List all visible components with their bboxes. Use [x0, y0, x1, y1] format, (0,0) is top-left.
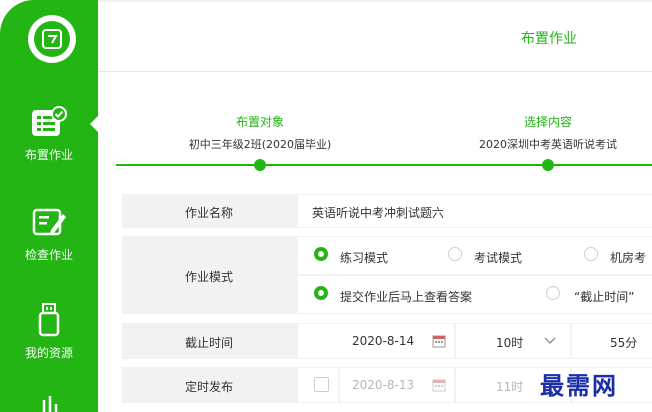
step-target[interactable]: 布置对象 初中三年级2班(2020届毕业): [162, 113, 358, 152]
deadline-hour-select[interactable]: 10时: [456, 324, 570, 358]
mode-exam-radio[interactable]: [448, 247, 462, 261]
app-logo[interactable]: [28, 15, 76, 63]
step-subtitle: 初中三年级2班(2020届毕业): [188, 138, 332, 151]
sidebar-item-label: 检查作业: [24, 248, 73, 262]
mode-lab-radio[interactable]: [584, 247, 598, 261]
schedule-date-value: 2020-8-13: [352, 378, 415, 392]
step-content[interactable]: 选择内容 2020深圳中考英语听说考试: [450, 113, 646, 152]
sidebar-item-label: 我的资源: [24, 346, 73, 360]
deadline-label: 截止时间: [184, 336, 233, 350]
homework-mode-label: 作业模式: [184, 270, 233, 284]
sidebar-item-label: 布置作业: [24, 148, 73, 162]
calendar-icon[interactable]: [432, 378, 446, 392]
schedule-label: 定时发布: [184, 380, 233, 394]
homework-name-value: 英语听说中考冲刺试题六: [312, 206, 445, 220]
homework-name-label: 作业名称: [184, 206, 233, 220]
mode-options-group: 练习模式 考试模式 机房考: [298, 237, 652, 274]
answer-after-deadline-radio[interactable]: [546, 286, 560, 300]
app-logo-icon: [34, 21, 70, 57]
calendar-icon[interactable]: [432, 334, 446, 348]
more-nav-icon: [42, 396, 58, 412]
deadline-date-value: 2020-8-14: [352, 334, 415, 348]
deadline-row: 截止时间 2020-8-14 10时 55分: [122, 323, 652, 359]
sidebar-item-assign-homework[interactable]: 布置作业: [0, 106, 98, 163]
deadline-minute-value: 55分: [610, 336, 638, 350]
homework-mode-row: 作业模式 练习模式 考试模式 机房考 提交作业后马上查看答案 “截止时间”: [122, 236, 652, 314]
active-indicator: [90, 116, 98, 132]
assign-homework-icon: [32, 106, 67, 136]
step-progress-line: [116, 164, 652, 166]
watermark-text: 最需网: [540, 371, 618, 400]
deadline-date-input[interactable]: 2020-8-14: [298, 324, 454, 358]
schedule-date-input[interactable]: 2020-8-13: [340, 368, 454, 402]
step-dot: [542, 159, 554, 171]
sidebar-item-check-homework[interactable]: 检查作业: [0, 206, 98, 263]
answer-options-group: 提交作业后马上查看答案 “截止时间”: [298, 276, 652, 313]
sidebar-item-my-resources[interactable]: 我的资源: [0, 302, 98, 361]
usb-drive-icon: [38, 303, 60, 337]
sidebar: 布置作业 检查作业 我的资源: [0, 0, 98, 412]
step-title: 选择内容: [523, 115, 572, 129]
mode-lab-label: 机房考: [610, 251, 647, 265]
deadline-hour-value: 10时: [496, 336, 524, 350]
homework-name-field[interactable]: 英语听说中考冲刺试题六: [298, 195, 652, 227]
step-dot: [254, 159, 266, 171]
step-title: 布置对象: [235, 115, 284, 129]
step-subtitle: 2020深圳中考英语听说考试: [479, 138, 617, 151]
page-title: 布置作业: [521, 31, 577, 47]
schedule-toggle-cell: [298, 368, 338, 402]
answer-immediate-radio[interactable]: [314, 286, 328, 300]
mode-practice-radio[interactable]: [314, 247, 328, 261]
page-header: 布置作业: [98, 0, 652, 72]
answer-immediate-label: 提交作业后马上查看答案: [340, 290, 473, 304]
chevron-down-icon: [544, 337, 556, 344]
homework-name-row: 作业名称 英语听说中考冲刺试题六: [122, 194, 652, 228]
schedule-hour-value: 11时: [496, 380, 524, 394]
deadline-minute-select[interactable]: 55分: [572, 324, 652, 358]
schedule-checkbox[interactable]: [314, 377, 329, 392]
mode-practice-label: 练习模式: [340, 251, 389, 265]
answer-after-deadline-label: “截止时间”: [574, 290, 635, 304]
check-homework-icon: [32, 208, 66, 236]
mode-exam-label: 考试模式: [474, 251, 523, 265]
